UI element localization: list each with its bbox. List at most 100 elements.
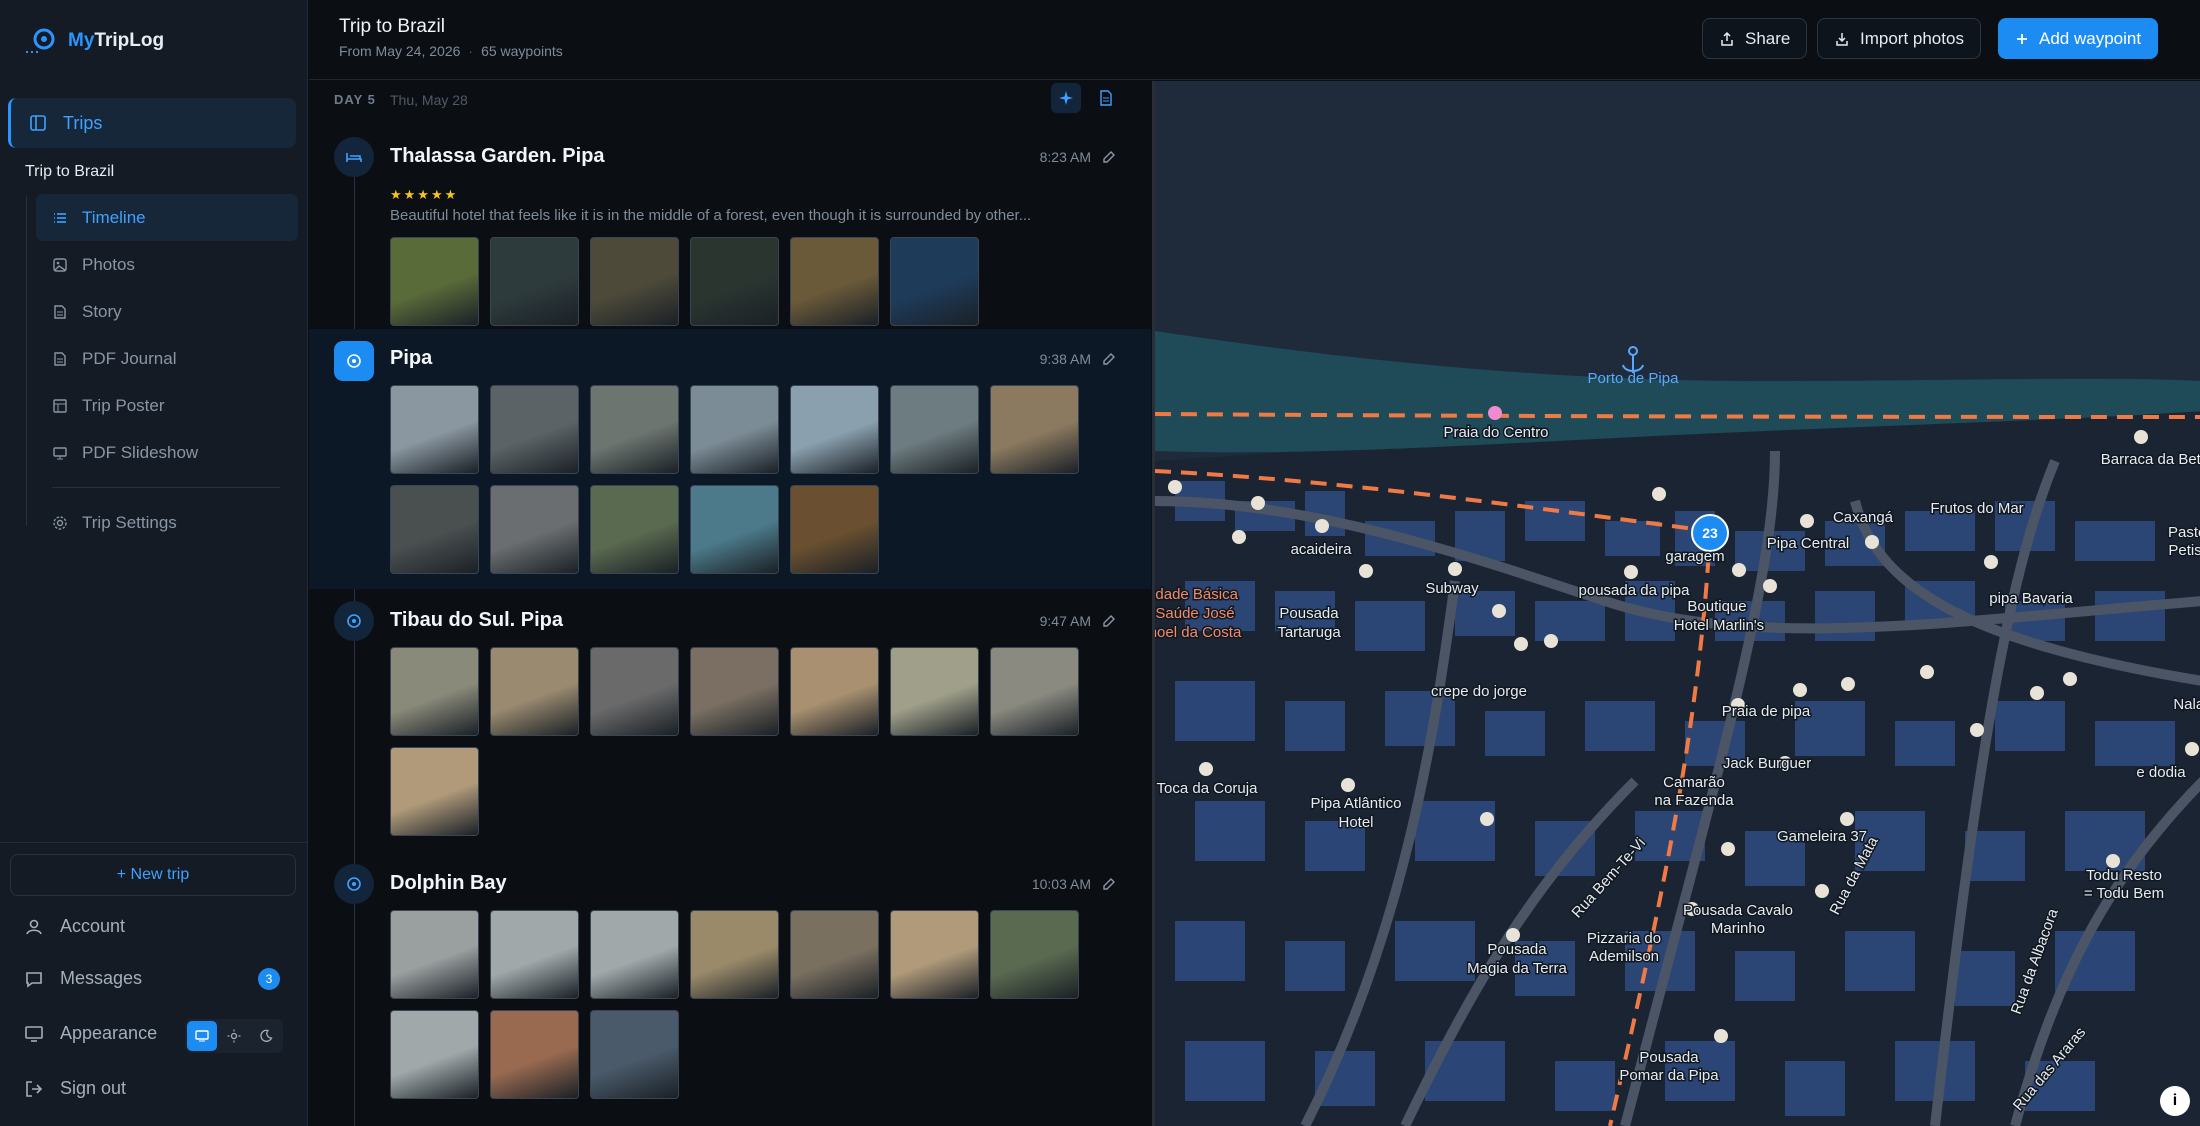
photo-thumbnail[interactable]: [690, 647, 779, 736]
photo-thumbnail[interactable]: [990, 647, 1079, 736]
nav-trips-label: Trips: [63, 112, 103, 133]
photo-thumbnail[interactable]: [590, 1010, 679, 1099]
photo-thumbnail[interactable]: [890, 237, 979, 326]
photo-thumbnail[interactable]: [590, 237, 679, 326]
map-label: Camarão: [1663, 774, 1725, 791]
sidebar-item-trip-poster[interactable]: Trip Poster: [36, 382, 298, 429]
add-waypoint-label: Add waypoint: [2039, 28, 2142, 48]
share-button[interactable]: Share: [1702, 18, 1808, 59]
edit-icon[interactable]: [1101, 351, 1117, 367]
waypoint-title: Pipa: [390, 347, 433, 369]
edit-icon[interactable]: [1101, 876, 1117, 892]
sidebar-item-pdf-journal[interactable]: PDF Journal: [36, 335, 298, 382]
photo-thumbnail[interactable]: [790, 647, 879, 736]
map-label: Pousada Cavalo: [1683, 902, 1793, 919]
photo-thumbnail[interactable]: [990, 910, 1079, 999]
map-label: Toca da Coruja: [1157, 780, 1259, 797]
edit-icon[interactable]: [1101, 613, 1117, 629]
waypoint-card[interactable]: Pipa 9:38 AM: [309, 329, 1151, 589]
sign-out-link[interactable]: Sign out: [24, 1078, 126, 1099]
edit-icon[interactable]: [1101, 149, 1117, 165]
add-waypoint-button[interactable]: Add waypoint: [1998, 18, 2159, 59]
share-icon: [1721, 31, 1733, 46]
sidebar-item-story[interactable]: Story: [36, 288, 298, 335]
import-photos-button[interactable]: Import photos: [1817, 18, 1981, 59]
photo-thumbnail[interactable]: [490, 1010, 579, 1099]
photo-thumbnail[interactable]: [590, 647, 679, 736]
sparkle-icon: [1059, 91, 1073, 105]
nav-trips[interactable]: Trips: [8, 98, 296, 148]
light-theme-button[interactable]: [219, 1021, 249, 1051]
map-view[interactable]: Porto de Pipa 23 Praia do Centro Barraca …: [1152, 81, 2200, 1126]
photo-thumbnail[interactable]: [690, 385, 779, 474]
photo-thumbnail[interactable]: [990, 385, 1079, 474]
page-title: Trip to Brazil: [339, 16, 445, 37]
trip-start-date: From May 24, 2026: [339, 43, 461, 59]
photo-thumbnail[interactable]: [890, 385, 979, 474]
account-link[interactable]: Account: [24, 916, 125, 937]
ai-sparkle-button[interactable]: [1051, 83, 1081, 113]
photo-thumbnail[interactable]: [490, 647, 579, 736]
photo-thumbnail[interactable]: [890, 647, 979, 736]
map-label: Gameleira 37: [1777, 828, 1867, 845]
day-notes-button[interactable]: [1091, 83, 1121, 113]
sidebar-item-trip-settings[interactable]: Trip Settings: [36, 499, 298, 546]
waypoint-card[interactable]: Dolphin Bay 10:03 AM: [309, 864, 1151, 1126]
map-label: noel da Costa: [1155, 624, 1242, 641]
waypoint-card[interactable]: Thalassa Garden. Pipa 8:23 AM ★★★★★ Beau…: [309, 137, 1151, 326]
message-icon: [26, 971, 42, 988]
waypoint-card[interactable]: Tibau do Sul. Pipa 9:47 AM: [309, 601, 1151, 851]
sign-out-label: Sign out: [60, 1078, 127, 1098]
divider: [0, 842, 308, 843]
day-label: DAY 5: [334, 92, 376, 107]
map-label: Subway: [1425, 580, 1479, 597]
photo-thumbnail[interactable]: [590, 910, 679, 999]
photo-thumbnail[interactable]: [790, 485, 879, 574]
photo-thumbnail[interactable]: [490, 385, 579, 474]
photo-thumbnail[interactable]: [690, 485, 779, 574]
map-canvas[interactable]: Porto de Pipa 23 Praia do Centro Barraca …: [1155, 81, 2200, 1126]
messages-link[interactable]: Messages: [24, 968, 142, 989]
sidebar-item-pdf-slideshow[interactable]: PDF Slideshow: [36, 429, 298, 476]
sidebar-item-timeline[interactable]: Timeline: [36, 194, 298, 241]
sidebar-item-photos[interactable]: Photos: [36, 241, 298, 288]
photo-thumbnail[interactable]: [790, 237, 879, 326]
system-theme-button[interactable]: [187, 1021, 217, 1051]
list-icon: [54, 212, 66, 223]
map-label: pipa Bavaria: [1989, 590, 2073, 607]
photo-thumbnail[interactable]: [390, 485, 479, 574]
top-bar: Trip to Brazil From May 24, 2026 · 65 wa…: [309, 0, 2200, 80]
timeline-panel: DAY 5 Thu, May 28 Thalassa Garden. Pipa …: [309, 81, 1151, 1126]
sidebar-item-label: Trip Poster: [82, 395, 165, 415]
photo-thumbnail[interactable]: [390, 647, 479, 736]
photo-thumbnail[interactable]: [390, 237, 479, 326]
photo-thumbnail[interactable]: [390, 910, 479, 999]
map-label: = Todu Bem: [2084, 885, 2164, 902]
photo-thumbnail[interactable]: [390, 747, 479, 836]
photo-thumbnail[interactable]: [890, 910, 979, 999]
map-label: Pipa Atlântico: [1311, 795, 1402, 812]
photo-thumbnail[interactable]: [690, 237, 779, 326]
photo-thumbnail[interactable]: [490, 910, 579, 999]
map-label: Pipa Central: [1767, 535, 1850, 552]
dark-theme-button[interactable]: [251, 1021, 281, 1051]
waypoint-marker: [334, 341, 374, 381]
photo-thumbnail[interactable]: [690, 910, 779, 999]
map-label: Tartaruga: [1277, 624, 1341, 641]
photo-thumbnail[interactable]: [590, 485, 679, 574]
photo-thumbnail[interactable]: [490, 237, 579, 326]
document-icon: [1100, 90, 1112, 106]
photo-thumbnail[interactable]: [790, 385, 879, 474]
app-logo[interactable]: MyTripLog: [24, 26, 164, 56]
map-label: Hotel: [1338, 814, 1373, 831]
photo-thumbnail[interactable]: [390, 385, 479, 474]
pin-icon: [347, 614, 361, 628]
photo-thumbnail[interactable]: [490, 485, 579, 574]
account-label: Account: [60, 916, 126, 936]
photo-thumbnail[interactable]: [390, 1010, 479, 1099]
new-trip-button[interactable]: + New trip: [10, 854, 296, 896]
map-label: Marinho: [1711, 920, 1765, 937]
photo-thumbnail[interactable]: [590, 385, 679, 474]
photo-thumbnail[interactable]: [790, 910, 879, 999]
map-info-button[interactable]: i: [2160, 1086, 2190, 1116]
